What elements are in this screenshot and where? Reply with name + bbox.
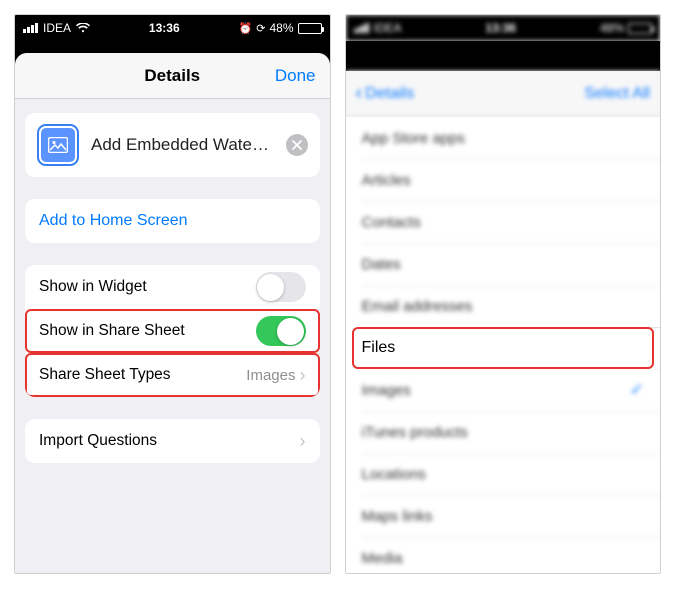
import-questions-row[interactable]: Import Questions › [25, 419, 320, 463]
type-row[interactable]: Maps links [346, 495, 661, 537]
content-scroll[interactable]: Add Embedded Wate… Add to Home Screen Sh… [15, 99, 330, 573]
show-in-share-sheet-row: Show in Share Sheet [25, 309, 320, 353]
share-sheet-types-value: Images [246, 367, 299, 384]
show-in-share-sheet-label: Show in Share Sheet [39, 322, 185, 340]
type-row[interactable]: iTunes products [346, 411, 661, 453]
show-in-widget-toggle[interactable] [256, 272, 306, 302]
back-label: Details [365, 85, 414, 103]
details-sheet: Details Done Add Embedded Wate… Add to H [15, 53, 330, 573]
type-row[interactable]: Contacts [346, 201, 661, 243]
home-card: Add to Home Screen [25, 199, 320, 243]
type-row-images[interactable]: Images ✓ [346, 369, 661, 411]
type-row-files[interactable]: Files [346, 327, 661, 369]
signal-bars-icon [23, 23, 38, 33]
shortcut-name-field[interactable]: Add Embedded Wate… [91, 135, 274, 155]
share-sheet-types-label: Share Sheet Types [39, 366, 171, 384]
nav-bar: Details Done [15, 53, 330, 99]
add-to-home-button[interactable]: Add to Home Screen [25, 199, 320, 243]
orientation-lock-icon: ⟳ [256, 22, 265, 35]
carrier-label: IDEA [43, 21, 71, 35]
type-row[interactable]: Locations [346, 453, 661, 495]
chevron-right-icon: › [300, 431, 306, 452]
background-gap [346, 41, 661, 71]
options-card: Show in Widget Show in Share Sheet Share… [25, 265, 320, 397]
shortcut-card: Add Embedded Wate… [25, 113, 320, 177]
type-row[interactable]: App Store apps [346, 117, 661, 159]
checkmark-icon: ✓ [630, 380, 644, 400]
type-row[interactable]: Articles [346, 159, 661, 201]
show-in-widget-label: Show in Widget [39, 278, 147, 296]
phone-details-screen: IDEA 13:36 ⏰ ⟳ 48% Details Done [14, 14, 331, 574]
battery-percent: 48% [269, 21, 293, 35]
show-in-widget-row: Show in Widget [25, 265, 320, 309]
clock: 13:36 [90, 21, 239, 35]
type-row[interactable]: Email addresses [346, 285, 661, 327]
import-questions-label: Import Questions [39, 432, 157, 450]
types-list[interactable]: App Store apps Articles Contacts Dates E… [346, 117, 661, 573]
type-row[interactable]: Media [346, 537, 661, 573]
nav-bar-types: ‹ Details Select All [346, 71, 661, 117]
select-all-button[interactable]: Select All [584, 85, 650, 103]
wifi-icon [76, 23, 90, 33]
status-bar-blurred: IDEA 13:36 48% [346, 15, 661, 41]
done-button[interactable]: Done [256, 66, 316, 86]
battery-icon [298, 23, 322, 34]
shortcut-image-icon[interactable] [37, 124, 79, 166]
share-sheet-types-row[interactable]: Share Sheet Types Images › [25, 353, 320, 397]
chevron-right-icon: › [300, 365, 306, 386]
back-button[interactable]: ‹ Details [356, 82, 415, 105]
nav-title: Details [89, 66, 256, 86]
import-card: Import Questions › [25, 419, 320, 463]
shortcut-name-row[interactable]: Add Embedded Wate… [25, 113, 320, 177]
type-row[interactable]: Dates [346, 243, 661, 285]
show-in-share-sheet-toggle[interactable] [256, 316, 306, 346]
clear-name-button[interactable] [286, 134, 308, 156]
phone-types-screen: IDEA 13:36 48% ‹ Details Select All App … [345, 14, 662, 574]
alarm-icon: ⏰ [239, 22, 253, 35]
chevron-left-icon: ‹ [356, 82, 363, 105]
status-bar: IDEA 13:36 ⏰ ⟳ 48% [15, 15, 330, 41]
